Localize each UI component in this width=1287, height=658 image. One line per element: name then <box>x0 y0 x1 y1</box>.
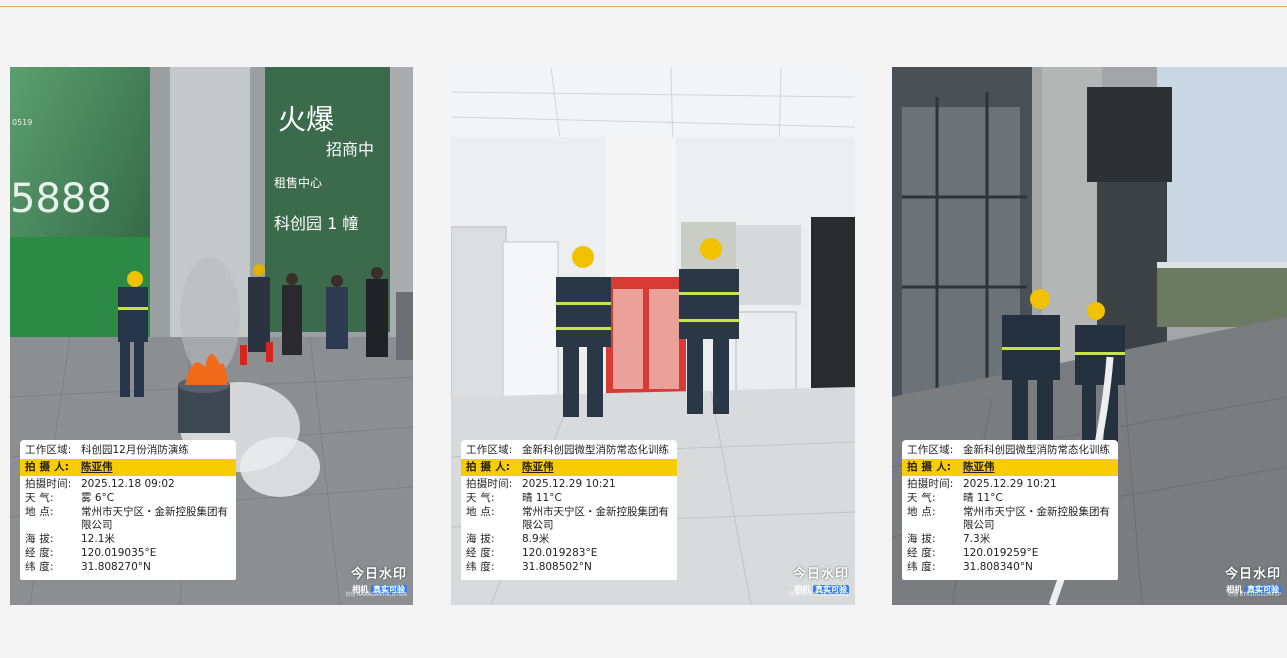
value: 2025.12.29 10:21 <box>522 478 616 490</box>
photo-gallery: 火爆 招商中 租售中心 科创园 1 幢 5888 0519 工作区域: 科创园1… <box>0 0 1287 658</box>
watermark-row-work-area: 工作区域: 金新科创园微型消防常态化训练 <box>902 444 1118 457</box>
label: 天 气: <box>466 492 495 504</box>
label: 经 度: <box>25 547 54 559</box>
value: 金新科创园微型消防常态化训练 <box>522 444 669 456</box>
watermark-row-work-area: 工作区域: 金新科创园微型消防常态化训练 <box>461 444 677 457</box>
value: 12.1米 <box>81 533 115 545</box>
watermark-row-altitude: 海 拔: 7.3米 <box>902 533 1118 546</box>
value: 陈亚伟 <box>81 461 113 473</box>
watermark-row-location: 地 点: 常州市天宁区・金新控股集团有限公司 <box>461 506 677 532</box>
value: 金新科创园微型消防常态化训练 <box>963 444 1110 456</box>
watermark-brand: 今日水印 相机 真实可验 防伪 RAAAGANYRCDTWR <box>346 563 407 598</box>
watermark-row-location: 地 点: 常州市天宁区・金新控股集团有限公司 <box>902 506 1118 532</box>
value: 陈亚伟 <box>963 461 995 473</box>
label: 地 点: <box>907 506 936 518</box>
label: 天 气: <box>907 492 936 504</box>
watermark-brand: 今日水印 相机 真实可验 防伪 MYIXNCSE7SLEAE1 <box>789 563 849 598</box>
label: 地 点: <box>25 506 54 518</box>
watermark-card: 工作区域: 金新科创园微型消防常态化训练 拍 摄 人: 陈亚伟 拍摄时间: 20… <box>461 440 677 580</box>
value: 31.808270°N <box>81 561 151 573</box>
label: 拍摄时间: <box>907 478 954 490</box>
value: 8.9米 <box>522 533 550 545</box>
value: 31.808340°N <box>963 561 1033 573</box>
watermark-row-altitude: 海 拔: 8.9米 <box>461 533 677 546</box>
brand-code: 防伪 MYIXNCSE7SLEAE1 <box>789 592 849 598</box>
brand-title: 今日水印 <box>792 567 849 582</box>
watermark-row-time: 拍摄时间: 2025.12.29 10:21 <box>461 478 677 491</box>
watermark-row-latitude: 纬 度: 31.808270°N <box>20 561 236 574</box>
watermark-card: 工作区域: 科创园12月份消防演练 拍 摄 人: 陈亚伟 拍摄时间: 2025.… <box>20 440 236 580</box>
label: 拍 摄 人: <box>907 461 952 473</box>
watermark-row-altitude: 海 拔: 12.1米 <box>20 533 236 546</box>
label: 海 拔: <box>907 533 936 545</box>
label: 纬 度: <box>907 561 936 573</box>
watermark-row-photographer: 拍 摄 人: 陈亚伟 <box>20 459 236 476</box>
label: 工作区域: <box>25 444 72 456</box>
value: 120.019259°E <box>963 547 1039 559</box>
label: 拍摄时间: <box>25 478 72 490</box>
watermark-row-weather: 天 气: 晴 11°C <box>902 492 1118 505</box>
watermark-row-time: 拍摄时间: 2025.12.29 10:21 <box>902 478 1118 491</box>
watermark-row-time: 拍摄时间: 2025.12.18 09:02 <box>20 478 236 491</box>
brand-title: 今日水印 <box>350 567 407 582</box>
label: 工作区域: <box>907 444 954 456</box>
value: 7.3米 <box>963 533 991 545</box>
value: 2025.12.18 09:02 <box>81 478 175 490</box>
watermark-row-weather: 天 气: 雾 6°C <box>20 492 236 505</box>
value: 常州市天宁区・金新控股集团有限公司 <box>81 506 228 531</box>
label: 拍 摄 人: <box>25 461 70 473</box>
value: 科创园12月份消防演练 <box>81 444 189 456</box>
sign-text-c: 租售中心 <box>274 175 322 190</box>
sign-badge: 0519 <box>12 118 32 127</box>
label: 纬 度: <box>25 561 54 573</box>
value: 晴 11°C <box>963 492 1003 504</box>
watermark-card: 工作区域: 金新科创园微型消防常态化训练 拍 摄 人: 陈亚伟 拍摄时间: 20… <box>902 440 1118 580</box>
label: 天 气: <box>25 492 54 504</box>
value: 晴 11°C <box>522 492 562 504</box>
watermark-row-longitude: 经 度: 120.019035°E <box>20 547 236 560</box>
value: 2025.12.29 10:21 <box>963 478 1057 490</box>
watermark-row-weather: 天 气: 晴 11°C <box>461 492 677 505</box>
watermark-brand: 今日水印 相机 真实可验 防伪 BT63DD1DMPXP <box>1224 563 1281 598</box>
watermark-row-longitude: 经 度: 120.019259°E <box>902 547 1118 560</box>
photo-card-2[interactable]: 工作区域: 金新科创园微型消防常态化训练 拍 摄 人: 陈亚伟 拍摄时间: 20… <box>451 67 855 605</box>
sign-text-d: 科创园 1 幢 <box>274 214 358 233</box>
brand-title: 今日水印 <box>1224 567 1281 582</box>
watermark-row-photographer: 拍 摄 人: 陈亚伟 <box>461 459 677 476</box>
watermark-row-photographer: 拍 摄 人: 陈亚伟 <box>902 459 1118 476</box>
brand-code: 防伪 BT63DD1DMPXP <box>1228 592 1281 598</box>
watermark-row-latitude: 纬 度: 31.808340°N <box>902 561 1118 574</box>
value: 雾 6°C <box>81 492 115 504</box>
sign-text-a: 火爆 <box>278 103 334 136</box>
label: 海 拔: <box>25 533 54 545</box>
label: 拍摄时间: <box>466 478 513 490</box>
watermark-row-longitude: 经 度: 120.019283°E <box>461 547 677 560</box>
label: 地 点: <box>466 506 495 518</box>
value: 常州市天宁区・金新控股集团有限公司 <box>522 506 669 531</box>
value: 常州市天宁区・金新控股集团有限公司 <box>963 506 1110 531</box>
label: 纬 度: <box>466 561 495 573</box>
value: 陈亚伟 <box>522 461 554 473</box>
watermark-row-latitude: 纬 度: 31.808502°N <box>461 561 677 574</box>
photo-card-3[interactable]: 工作区域: 金新科创园微型消防常态化训练 拍 摄 人: 陈亚伟 拍摄时间: 20… <box>892 67 1287 605</box>
label: 海 拔: <box>466 533 495 545</box>
sign-big-number: 5888 <box>10 176 112 222</box>
label: 拍 摄 人: <box>466 461 511 473</box>
value: 31.808502°N <box>522 561 592 573</box>
brand-code: 防伪 RAAAGANYRCDTWR <box>345 592 407 598</box>
photo-card-1[interactable]: 火爆 招商中 租售中心 科创园 1 幢 5888 0519 工作区域: 科创园1… <box>10 67 413 605</box>
watermark-row-location: 地 点: 常州市天宁区・金新控股集团有限公司 <box>20 506 236 532</box>
label: 经 度: <box>466 547 495 559</box>
label: 经 度: <box>907 547 936 559</box>
sign-text-b: 招商中 <box>326 140 374 159</box>
watermark-row-work-area: 工作区域: 科创园12月份消防演练 <box>20 444 236 457</box>
value: 120.019283°E <box>522 547 598 559</box>
value: 120.019035°E <box>81 547 157 559</box>
label: 工作区域: <box>466 444 513 456</box>
